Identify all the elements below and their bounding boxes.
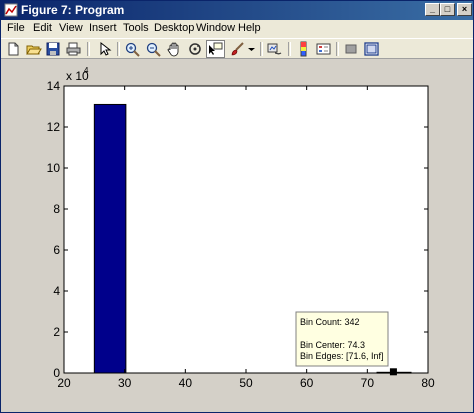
- link-plot-icon[interactable]: [266, 41, 283, 57]
- brush-icon[interactable]: [229, 41, 246, 57]
- zoom-out-icon[interactable]: [145, 41, 162, 57]
- y-tick-label: 8: [53, 202, 60, 216]
- menu-edit[interactable]: Edit: [33, 21, 52, 35]
- figure-toolbar: [1, 38, 473, 59]
- y-tick-label: 4: [53, 284, 60, 298]
- histogram-plot[interactable]: 20 30 40 50 60 70 80 02468101214 x 10 4 Bin Co…: [1, 59, 473, 412]
- matlab-figure-icon: [4, 3, 18, 17]
- menu-help[interactable]: Help: [238, 21, 261, 35]
- window-title: Figure 7: Program: [21, 3, 125, 17]
- datatip-bin-center: Bin Center: 74.3: [300, 340, 365, 350]
- figure-canvas[interactable]: 20 30 40 50 60 70 80 0 2 4 6 8 10 12 14 x 10 4 Bin Co…: [1, 59, 473, 412]
- y-tick-label: 12: [47, 120, 61, 134]
- datatip-marker[interactable]: [389, 368, 397, 376]
- edit-plot-arrow-icon[interactable]: [96, 41, 113, 57]
- x-tick-label: 80: [421, 376, 435, 390]
- x-tick-label: 30: [118, 376, 132, 390]
- toolbar-separator: [288, 42, 291, 56]
- new-figure-icon[interactable]: [5, 41, 22, 57]
- title-bar[interactable]: Figure 7: Program _ □ ×: [1, 1, 473, 20]
- menu-desktop[interactable]: Desktop: [154, 21, 194, 35]
- y-tick-label: 2: [53, 325, 60, 339]
- data-cursor-icon[interactable]: [206, 40, 225, 58]
- menu-insert[interactable]: Insert: [89, 21, 117, 35]
- datatip[interactable]: Bin Count: 342 Bin Center: 74.3 Bin Edge…: [295, 311, 397, 376]
- save-icon[interactable]: [45, 41, 62, 57]
- x-tick-label: 40: [179, 376, 193, 390]
- open-file-icon[interactable]: [25, 41, 42, 57]
- menu-view[interactable]: View: [59, 21, 83, 35]
- y-tick-label: 14: [47, 79, 61, 93]
- figure-window: Figure 7: Program _ □ × File Edit View I…: [0, 0, 474, 413]
- pan-hand-icon[interactable]: [166, 41, 183, 57]
- close-button[interactable]: ×: [457, 3, 472, 16]
- menu-bar: File Edit View Insert Tools Desktop Wind…: [1, 20, 473, 37]
- x-tick-label: 60: [300, 376, 314, 390]
- y-exponent-label: 4: [84, 66, 89, 75]
- histogram-bar-1[interactable]: [93, 103, 127, 374]
- minimize-button[interactable]: _: [425, 3, 440, 16]
- zoom-in-icon[interactable]: [124, 41, 141, 57]
- y-tick-label: 6: [53, 243, 60, 257]
- menu-file[interactable]: File: [7, 21, 25, 35]
- legend-icon[interactable]: [315, 41, 332, 57]
- colorbar-icon[interactable]: [295, 41, 312, 57]
- print-icon[interactable]: [65, 41, 82, 57]
- toolbar-separator: [336, 42, 339, 56]
- y-tick-label: 10: [47, 161, 61, 175]
- datatip-bin-edges: Bin Edges: [71.6, Inf]: [300, 351, 384, 361]
- datatip-bin-count: Bin Count: 342: [300, 317, 360, 327]
- x-tick-label: 50: [239, 376, 253, 390]
- menu-window[interactable]: Window: [196, 21, 235, 35]
- menu-tools[interactable]: Tools: [123, 21, 149, 35]
- x-tick-label: 70: [361, 376, 375, 390]
- hide-plot-tools-icon[interactable]: [343, 41, 360, 57]
- toolbar-separator: [87, 42, 90, 56]
- show-plot-tools-icon[interactable]: [363, 41, 380, 57]
- rotate-3d-icon[interactable]: [187, 41, 204, 57]
- maximize-button[interactable]: □: [440, 3, 455, 16]
- toolbar-separator: [260, 42, 263, 56]
- y-tick-label: 0: [53, 366, 60, 380]
- dropdown-arrow-icon[interactable]: [247, 41, 256, 57]
- toolbar-separator: [117, 42, 120, 56]
